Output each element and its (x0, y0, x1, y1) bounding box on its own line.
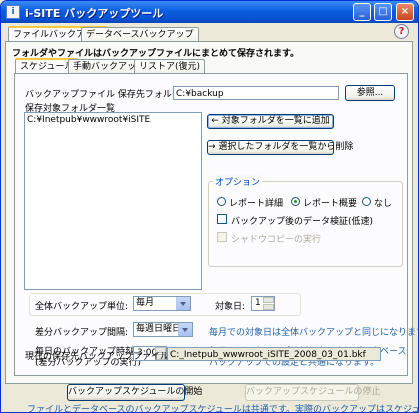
unit-select[interactable]: 毎月 (133, 296, 191, 311)
help-icon[interactable]: ? (394, 24, 409, 39)
maximize-button[interactable]: □ (374, 3, 392, 21)
current-file-label: 現在の保存先バックアップファイル名: (25, 352, 182, 362)
current-file-field: C:_Inetpub_wwwroot_iSITE_2008_03_01.bkf (167, 347, 381, 361)
shadow-copy-checkbox[interactable] (217, 232, 227, 242)
close-button[interactable]: × (396, 3, 414, 21)
radio-none-label: なし (374, 199, 393, 209)
unit-label: 全体バックアップ単位: (35, 302, 129, 312)
diff-select-value: 毎週日曜日 (136, 324, 182, 334)
file-backup-panel: フォルダやファイルはバックアップファイルにまとめて保存されます。 スケジュール … (5, 41, 418, 384)
unit-select-value: 毎月 (136, 298, 155, 308)
stop-schedule-button[interactable]: バックアップスケジュールの停止 (245, 384, 380, 401)
close-icon: × (400, 6, 410, 17)
target-folder-list[interactable]: C:¥Inetpub¥wwwroot¥iSITE (24, 112, 202, 290)
schedule-panel: バックアップファイル 保存先フォルダ名 C:¥backup 参照... 保存対象… (14, 73, 418, 376)
title-bar: i i-SITE バックアップツール _ □ × (1, 1, 418, 23)
radio-report-summary-label: レポート概要 (303, 199, 358, 209)
window-title: i-SITE バックアップツール (25, 7, 164, 20)
backup-folder-field[interactable]: C:¥backup (173, 86, 339, 100)
chevron-down-icon (176, 297, 190, 310)
target-day-label: 対象日: (215, 302, 246, 312)
diff-label: 差分バックアップ間隔: (35, 328, 129, 338)
minimize-button[interactable]: _ (353, 3, 371, 21)
backup-folder-label: バックアップファイル 保存先フォルダ名 (25, 90, 190, 100)
browse-button[interactable]: 参照... (345, 85, 395, 101)
radio-report-detail[interactable] (217, 197, 226, 206)
tab-database-backup[interactable]: データベースバックアップ (81, 27, 199, 42)
start-schedule-button[interactable]: バックアップスケジュールの開始 (67, 384, 202, 401)
list-item[interactable]: C:¥Inetpub¥wwwroot¥iSITE (27, 115, 150, 125)
spin-down-icon[interactable] (263, 304, 274, 310)
app-window: i i-SITE バックアップツール _ □ × ファイルバックアップ データベ… (0, 0, 419, 413)
target-day-stepper[interactable]: 1 (251, 296, 275, 311)
diff-note: 毎月での対象日は全体バックアップと同じになります。 (209, 328, 419, 338)
app-icon: i (6, 5, 20, 19)
target-day-spin-buttons[interactable] (263, 297, 274, 310)
verify-checkbox[interactable] (217, 214, 227, 224)
radio-report-detail-label: レポート詳細 (229, 199, 284, 209)
chevron-down-icon (178, 323, 192, 336)
remove-folder-button[interactable]: → 選択したフォルダを一覧から削除 (207, 140, 353, 155)
minimize-icon: _ (359, 6, 365, 17)
tab-restore[interactable]: リストア(復元) (134, 59, 206, 74)
options-legend: オプション (213, 175, 263, 188)
maximize-icon: □ (378, 6, 388, 17)
radio-report-summary[interactable] (291, 197, 300, 206)
target-day-value: 1 (255, 298, 261, 308)
spin-up-icon[interactable] (263, 297, 274, 303)
radio-none[interactable] (362, 197, 371, 206)
shadow-copy-label: シャドウコピーの実行 (231, 235, 322, 245)
options-group: オプション レポート詳細 レポート概要 なし バックアップ後のデータ検証(低速)… (208, 175, 403, 267)
verify-checkbox-label: バックアップ後のデータ検証(低速) (231, 217, 374, 227)
footer-note: ファイルとデータベースのバックアップスケジュールは共通です。実際のバックアップは… (27, 405, 418, 413)
add-folder-button[interactable]: ← 対象フォルダを一覧に追加 (207, 114, 334, 129)
diff-select[interactable]: 毎週日曜日 (133, 322, 193, 337)
